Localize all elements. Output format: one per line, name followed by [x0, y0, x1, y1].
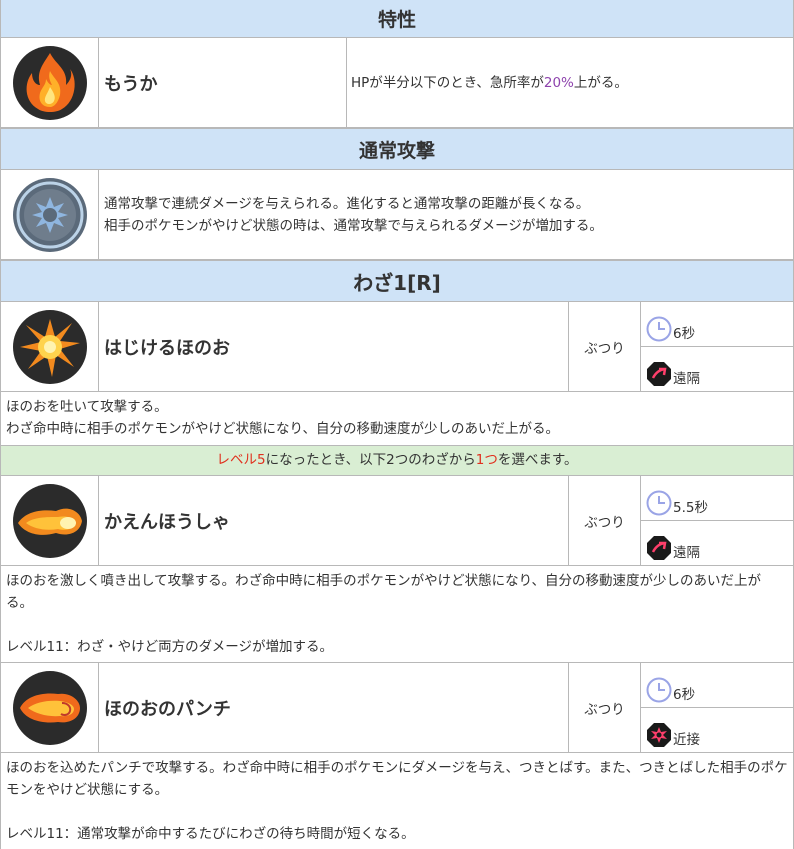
range-fire-punch: 近接 [641, 708, 793, 752]
move-meta-fire-punch: 6秒 近接 [641, 663, 793, 752]
ranged-icon [647, 362, 671, 386]
ability-header: 特性 [1, 0, 793, 38]
move-description-fire-punch: ほのおを込めたパンチで攻撃する。わざ命中時に相手のポケモンにダメージを与え、つき… [6, 760, 788, 842]
ember-icon [1, 302, 99, 391]
move-category-fire-punch: ぶつり [569, 663, 641, 752]
basic-attack-row: 通常攻撃で連続ダメージを与えられる。進化すると通常攻撃の距離が長くなる。 相手の… [1, 170, 793, 260]
pokemon-skill-table: 特性 もうか HPが半分以下のとき、急所率が 20% 上がる。 通常攻撃 通常攻… [0, 0, 794, 849]
move-name-ember: はじけるほのお [99, 302, 569, 391]
basic-attack-header: 通常攻撃 [1, 128, 793, 170]
move-name-flamethrower: かえんほうしゃ [99, 476, 569, 565]
move-category-flamethrower: ぶつり [569, 476, 641, 565]
fire-punch-icon [1, 663, 99, 752]
flamethrower-icon [1, 476, 99, 565]
clock-icon [646, 677, 672, 703]
ability-row: もうか HPが半分以下のとき、急所率が 20% 上がる。 [1, 38, 793, 128]
move-description-flamethrower: ほのおを激しく噴き出して攻撃する。わざ命中時に相手のポケモンがやけど状態になり、… [1, 566, 793, 663]
crit-rate-value: 20% [543, 74, 574, 91]
move-slot-header: わざ1[R] [1, 260, 793, 302]
upgrade-note: レベル5になったとき、以下2つのわざから1つを選べます。 [1, 446, 793, 476]
range-ember: 遠隔 [641, 347, 793, 391]
clock-icon [646, 490, 672, 516]
move-row-ember: はじけるほのお ぶつり 6秒 遠隔 [1, 302, 793, 392]
move-category-ember: ぶつり [569, 302, 641, 391]
ability-name: もうか [99, 38, 347, 127]
move-row-fire-punch: ほのおのパンチ ぶつり 6秒 近接 [1, 663, 793, 753]
move-meta-ember: 6秒 遠隔 [641, 302, 793, 391]
ranged-icon [647, 536, 671, 560]
range-flamethrower: 遠隔 [641, 521, 793, 565]
move-name-fire-punch: ほのおのパンチ [99, 663, 569, 752]
move-row-flamethrower: かえんほうしゃ ぶつり 5.5秒 遠隔 [1, 476, 793, 566]
move-description-ember: ほのおを吐いて攻撃する。 わざ命中時に相手のポケモンがやけど状態になり、自分の移… [1, 392, 793, 446]
basic-attack-description: 通常攻撃で連続ダメージを与えられる。進化すると通常攻撃の距離が長くなる。 相手の… [104, 195, 603, 234]
move-meta-flamethrower: 5.5秒 遠隔 [641, 476, 793, 565]
cooldown-fire-punch: 6秒 [641, 663, 793, 708]
basic-attack-icon [1, 170, 99, 259]
clock-icon [646, 316, 672, 342]
ability-description: HPが半分以下のとき、急所率が 20% 上がる。 [347, 38, 793, 127]
cooldown-flamethrower: 5.5秒 [641, 476, 793, 521]
flame-icon [1, 38, 99, 127]
melee-icon [647, 723, 671, 747]
cooldown-ember: 6秒 [641, 302, 793, 347]
